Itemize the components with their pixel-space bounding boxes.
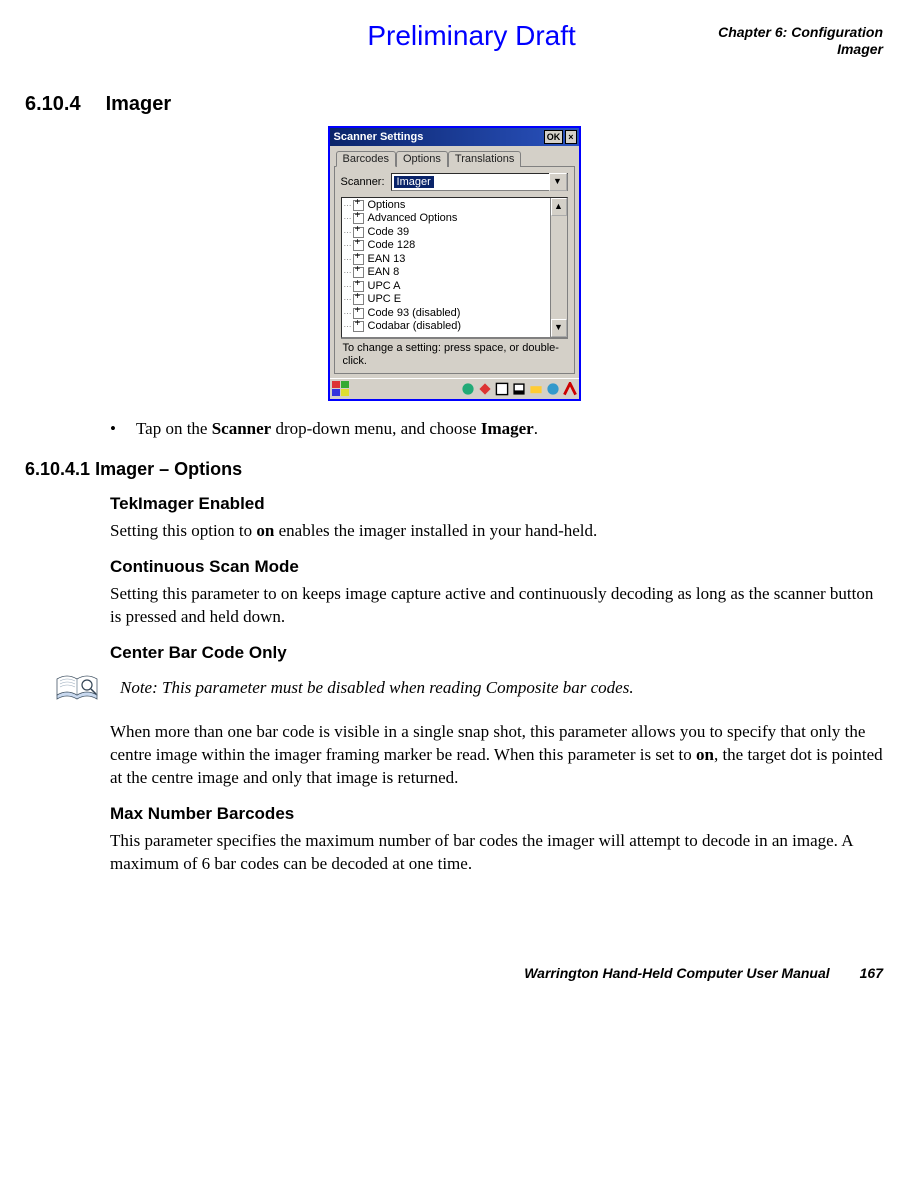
tab-translations[interactable]: Translations xyxy=(448,151,522,167)
tekimager-paragraph: Setting this option to on enables the im… xyxy=(110,520,883,543)
tab-panel: Scanner: Imager ▼ ⋯Options ⋯Advanced Opt… xyxy=(334,167,575,374)
tray-icon[interactable] xyxy=(512,382,526,396)
continuous-scan-paragraph: Setting this parameter to on keeps image… xyxy=(110,583,883,629)
instruction-bullet: • Tap on the Scanner drop-down menu, and… xyxy=(110,419,883,439)
tree-item[interactable]: ⋯Code 93 (disabled) xyxy=(342,307,567,321)
dialog-title: Scanner Settings xyxy=(334,131,542,143)
tree-item[interactable]: ⋯Codabar (disabled) xyxy=(342,320,567,334)
scanner-settings-dialog: Scanner Settings OK × Barcodes Options T… xyxy=(328,126,581,401)
scanner-label: Scanner: xyxy=(341,176,385,188)
tree-item[interactable]: ⋯UPC E xyxy=(342,293,567,307)
footer-title: Warrington Hand-Held Computer User Manua… xyxy=(524,965,829,981)
tray-icon[interactable] xyxy=(495,382,509,396)
bullet-icon: • xyxy=(110,419,132,439)
tree-item[interactable]: ⋯Code 128 xyxy=(342,239,567,253)
chevron-down-icon[interactable]: ▼ xyxy=(549,173,567,191)
heading-max-barcodes: Max Number Barcodes xyxy=(110,804,883,824)
tree-item[interactable]: ⋯UPC A xyxy=(342,280,567,294)
tree-item[interactable]: ⋯EAN 13 xyxy=(342,253,567,267)
scroll-up-icon[interactable]: ▲ xyxy=(551,198,567,216)
page-footer: Warrington Hand-Held Computer User Manua… xyxy=(25,965,883,981)
chapter-line2: Imager xyxy=(718,41,883,58)
hint-text: To change a setting: press space, or dou… xyxy=(341,338,568,369)
ok-button[interactable]: OK xyxy=(544,130,564,144)
preliminary-draft-label: Preliminary Draft xyxy=(225,20,718,52)
tray-icon[interactable] xyxy=(563,382,577,396)
tree-item[interactable]: ⋯Options xyxy=(342,199,567,213)
section-title: Imager xyxy=(106,93,172,115)
scanner-value: Imager xyxy=(394,176,434,188)
system-tray xyxy=(461,382,577,396)
scrollbar[interactable]: ▲ ▼ xyxy=(550,198,567,337)
tray-icon[interactable] xyxy=(546,382,560,396)
tab-strip: Barcodes Options Translations xyxy=(334,150,575,167)
heading-center-barcode: Center Bar Code Only xyxy=(110,643,883,663)
note-block: Note: This parameter must be disabled wh… xyxy=(55,673,883,703)
heading-tekimager: TekImager Enabled xyxy=(110,494,883,514)
scroll-down-icon[interactable]: ▼ xyxy=(551,319,567,337)
tray-icon[interactable] xyxy=(478,382,492,396)
subsection-heading: 6.10.4.1 Imager – Options xyxy=(25,459,883,480)
chapter-header: Chapter 6: Configuration Imager xyxy=(718,24,883,58)
heading-continuous-scan: Continuous Scan Mode xyxy=(110,557,883,577)
max-barcodes-paragraph: This parameter specifies the maximum num… xyxy=(110,830,883,876)
tab-options[interactable]: Options xyxy=(396,151,448,167)
dialog-titlebar: Scanner Settings OK × xyxy=(330,128,579,146)
book-icon xyxy=(55,673,100,703)
center-barcode-paragraph: When more than one bar code is visible i… xyxy=(110,721,883,790)
note-text: Note: This parameter must be disabled wh… xyxy=(120,678,634,698)
tree-item[interactable]: ⋯Code 39 xyxy=(342,226,567,240)
section-number: 6.10.4 xyxy=(25,93,100,116)
tray-icon[interactable] xyxy=(461,382,475,396)
scanner-dropdown[interactable]: Imager ▼ xyxy=(391,173,568,191)
tree-item[interactable]: ⋯EAN 8 xyxy=(342,266,567,280)
close-button[interactable]: × xyxy=(565,130,576,144)
settings-tree[interactable]: ⋯Options ⋯Advanced Options ⋯Code 39 ⋯Cod… xyxy=(341,197,568,338)
tab-barcodes[interactable]: Barcodes xyxy=(336,151,396,167)
instruction-text: Tap on the Scanner drop-down menu, and c… xyxy=(136,419,538,438)
section-heading: 6.10.4 Imager xyxy=(25,93,883,116)
subsection-number: 6.10.4.1 xyxy=(25,459,90,479)
subsection-title: Imager – Options xyxy=(95,459,242,479)
tray-icon[interactable] xyxy=(529,382,543,396)
tree-item[interactable]: ⋯Advanced Options xyxy=(342,212,567,226)
page-number: 167 xyxy=(860,965,883,981)
start-icon[interactable] xyxy=(332,381,350,397)
chapter-line1: Chapter 6: Configuration xyxy=(718,24,883,41)
taskbar xyxy=(330,378,579,399)
